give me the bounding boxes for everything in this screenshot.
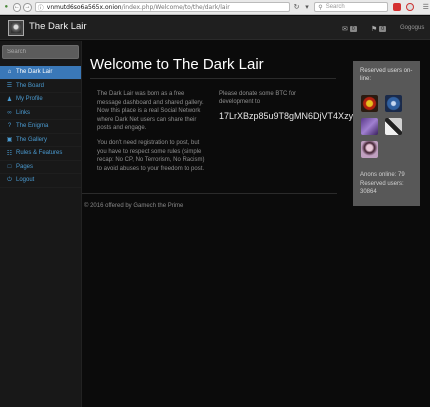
sidebar-item-label: The Board: [16, 82, 45, 89]
sidebar-item-label: Pages: [16, 163, 34, 170]
online-users-panel: Reserved users on-line: Anons online: 79…: [353, 61, 420, 206]
title-divider: [90, 78, 336, 79]
user-menu[interactable]: Gogogus: [400, 25, 424, 31]
sidebar-item-label: The Enigma: [16, 123, 49, 130]
reserved-users-count-text: Reserved users: 30864: [360, 180, 404, 196]
noscript-icon[interactable]: [405, 3, 414, 11]
sidebar-search-input[interactable]: [2, 45, 79, 59]
sidebar: ⌂ The Dark Lair ☰ The Board ♟ My Profile…: [0, 41, 82, 407]
btc-address: 17LrXBzp85u9T8gMN6DjVT4XzyhUt: [219, 111, 353, 121]
page-title: Welcome to The Dark Lair: [90, 56, 264, 73]
top-navbar: The Dark Lair ✉ 0 ⚑ 0 Gogogus: [0, 16, 430, 40]
brand-title[interactable]: The Dark Lair: [29, 21, 87, 32]
sidebar-item-label: The Dark Lair: [16, 69, 53, 76]
sidebar-item-label: Links: [16, 109, 31, 116]
sidebar-item-pages[interactable]: □ Pages: [0, 161, 81, 174]
sidebar-item-the-board[interactable]: ☰ The Board: [0, 80, 81, 93]
user-icon: ♟: [6, 96, 13, 103]
online-stats: Anons online: 79 Reserved users: 30864: [360, 171, 418, 197]
forward-icon[interactable]: →: [23, 2, 32, 12]
sidebar-item-the-gallery[interactable]: ▣ The Gallery: [0, 134, 81, 147]
reserved-users-heading: Reserved users on-line:: [360, 68, 413, 82]
flags-badge: 0: [379, 26, 387, 32]
search-icon: ⚲: [318, 4, 323, 11]
avatar[interactable]: [361, 95, 378, 112]
url-bar[interactable]: ⓘ vnmutd6so6a565x.onion/index.php/Welcom…: [34, 2, 291, 12]
dropdown-icon[interactable]: ▾: [303, 3, 312, 12]
question-icon: ?: [7, 123, 12, 130]
sidebar-item-label: Logout: [16, 177, 35, 184]
back-icon[interactable]: ←: [12, 2, 22, 12]
sidebar-item-links[interactable]: ∞ Links: [0, 107, 81, 120]
messages-badge: 0: [349, 26, 357, 32]
browser-toolbar: ● ← → ⓘ vnmutd6so6a565x.onion/index.php/…: [0, 0, 430, 15]
link-icon: ∞: [7, 109, 12, 116]
reload-icon[interactable]: ↻: [292, 3, 301, 12]
sidebar-item-my-profile[interactable]: ♟ My Profile: [0, 93, 81, 107]
info-icon[interactable]: ⓘ: [38, 3, 44, 12]
menu-icon[interactable]: ●: [2, 3, 11, 12]
footer-divider: [82, 193, 337, 194]
power-icon: ⏻: [7, 176, 12, 183]
sidebar-item-label: The Gallery: [16, 136, 48, 143]
sidebar-item-logout[interactable]: ⏻ Logout: [0, 174, 81, 188]
image-icon: ▣: [6, 137, 13, 144]
extension-icon[interactable]: [393, 3, 401, 11]
envelope-icon: ✉: [342, 26, 348, 33]
browser-search-input[interactable]: ⚲ Search: [314, 2, 389, 12]
avatar[interactable]: [385, 95, 402, 112]
list-alt-icon: ☷: [6, 150, 13, 157]
intro-text: The Dark Lair was born as a free message…: [97, 91, 204, 131]
sidebar-item-label: Rules & Features: [16, 150, 63, 157]
avatar[interactable]: [385, 118, 402, 135]
avatar[interactable]: [361, 118, 378, 135]
sidebar-menu: ⌂ The Dark Lair ☰ The Board ♟ My Profile…: [0, 66, 81, 188]
url-path: /index.php/Welcome/to/the/dark/lair: [121, 3, 230, 11]
url-host: vnmutd6so6a565x.onion: [46, 3, 122, 11]
flags-button[interactable]: ⚑ 0: [371, 25, 387, 33]
browser-search-placeholder: Search: [325, 4, 345, 10]
footer-text: © 2016 offered by Gamech the Prime: [84, 203, 184, 209]
avatar[interactable]: [361, 141, 378, 158]
sidebar-item-rules-features[interactable]: ☷ Rules & Features: [0, 147, 81, 161]
sidebar-item-label: My Profile: [16, 96, 43, 103]
site-logo-icon[interactable]: [8, 20, 24, 36]
sidebar-item-the-dark-lair[interactable]: ⌂ The Dark Lair: [0, 66, 81, 80]
sidebar-item-the-enigma[interactable]: ? The Enigma: [0, 120, 81, 134]
donate-label: Please donate some BTC for development t…: [219, 91, 297, 105]
list-icon: ☰: [6, 83, 13, 90]
anons-online-text: Anons online: 79: [360, 172, 405, 178]
rules-text: You don't need registration to post, but…: [97, 140, 205, 172]
file-icon: □: [7, 163, 12, 170]
bank-icon: ⌂: [7, 69, 12, 76]
messages-button[interactable]: ✉ 0: [342, 25, 357, 33]
flag-icon: ⚑: [371, 26, 378, 33]
hamburger-menu-icon[interactable]: ☰: [422, 3, 430, 12]
